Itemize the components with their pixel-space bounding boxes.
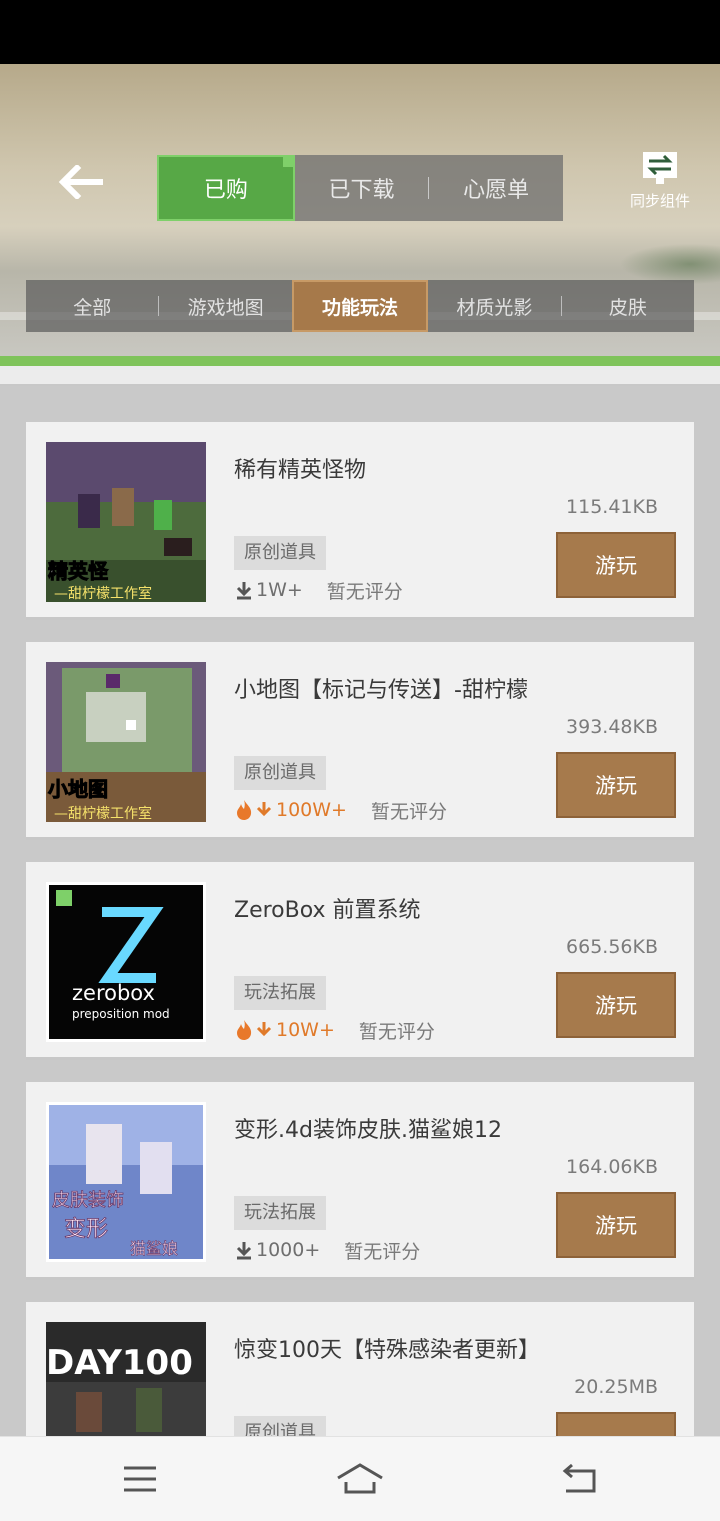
item-downloads: 100W+ bbox=[276, 799, 347, 821]
item-thumbnail: zerobox preposition mod bbox=[46, 882, 206, 1042]
item-tag: 玩法拓展 bbox=[234, 976, 326, 1010]
item-rating: 暂无评分 bbox=[326, 580, 403, 603]
category-all-label: 全部 bbox=[73, 296, 112, 319]
list-item[interactable]: 皮肤装饰 变形 猫鲨娘 变形.4d装饰皮肤.猫鲨娘12 164.06KB 玩法拓… bbox=[26, 1082, 694, 1280]
purchase-tabs: 已购 已下载 心愿单 bbox=[157, 155, 563, 221]
back-button[interactable] bbox=[52, 158, 108, 206]
download-icon bbox=[256, 1022, 272, 1037]
download-icon bbox=[236, 582, 252, 600]
sync-components-button[interactable]: 同步组件 bbox=[614, 150, 706, 220]
tab-wishlist-label: 心愿单 bbox=[463, 178, 530, 203]
return-button[interactable] bbox=[550, 1453, 610, 1505]
list-item[interactable]: 小地图 —甜柠檬工作室 小地图【标记与传送】-甜柠檬 393.48KB 原创道具… bbox=[26, 642, 694, 840]
item-thumbnail: 小地图 —甜柠檬工作室 bbox=[46, 662, 206, 822]
thumbnail-tagline: 猫鲨娘 bbox=[130, 1239, 178, 1258]
item-size: 665.56KB bbox=[566, 936, 658, 958]
category-skins[interactable]: 皮肤 bbox=[562, 280, 694, 332]
item-title: 小地图【标记与传送】-甜柠檬 bbox=[234, 678, 528, 703]
fire-icon bbox=[237, 800, 252, 820]
category-textures-label: 材质光影 bbox=[456, 296, 533, 319]
play-button[interactable]: 游玩 bbox=[556, 532, 676, 598]
item-stats: 100W+ 暂无评分 bbox=[234, 796, 447, 824]
category-gameplay-label: 功能玩法 bbox=[322, 296, 399, 319]
category-game-maps[interactable]: 游戏地图 bbox=[159, 280, 291, 332]
category-all[interactable]: 全部 bbox=[26, 280, 158, 332]
thumbnail-subcaption: —甜柠檬工作室 bbox=[54, 585, 152, 602]
arrow-left-icon bbox=[58, 165, 103, 199]
tab-downloaded-label: 已下载 bbox=[328, 178, 395, 203]
item-thumbnail: 皮肤装饰 变形 猫鲨娘 bbox=[46, 1102, 206, 1262]
header-bottom-strip bbox=[0, 366, 720, 386]
thumbnail-caption: 皮肤装饰 bbox=[52, 1190, 124, 1211]
sync-icon bbox=[643, 152, 677, 184]
item-downloads: 10W+ bbox=[276, 1019, 335, 1041]
system-navigation-bar bbox=[0, 1436, 720, 1521]
category-gameplay[interactable]: 功能玩法 bbox=[291, 280, 429, 332]
item-rating: 暂无评分 bbox=[344, 1240, 421, 1263]
category-skins-label: 皮肤 bbox=[608, 296, 647, 319]
item-rating: 暂无评分 bbox=[358, 1020, 435, 1043]
item-size: 20.25MB bbox=[574, 1376, 658, 1398]
sync-label: 同步组件 bbox=[629, 192, 690, 210]
play-button[interactable]: 游玩 bbox=[556, 752, 676, 818]
home-button[interactable] bbox=[330, 1453, 390, 1505]
tab-downloaded[interactable]: 已下载 bbox=[295, 155, 429, 221]
tab-wishlist[interactable]: 心愿单 bbox=[429, 155, 563, 221]
item-downloads: 1000+ bbox=[256, 1239, 321, 1261]
thumbnail-caption: 精英怪 bbox=[48, 559, 109, 583]
tab-purchased-label: 已购 bbox=[203, 178, 248, 203]
menu-button[interactable] bbox=[110, 1453, 170, 1505]
item-rating: 暂无评分 bbox=[370, 800, 447, 823]
item-tag: 玩法拓展 bbox=[234, 1196, 326, 1230]
thumbnail-caption: 小地图 bbox=[48, 777, 108, 801]
item-thumbnail: 精英怪 —甜柠檬工作室 bbox=[46, 442, 206, 602]
download-icon bbox=[256, 802, 272, 817]
item-tag: 原创道具 bbox=[234, 536, 326, 570]
play-button[interactable]: 游玩 bbox=[556, 972, 676, 1038]
play-button[interactable]: 游玩 bbox=[556, 1192, 676, 1258]
thumbnail-caption: DAY100 bbox=[46, 1343, 193, 1383]
item-tag: 原创道具 bbox=[234, 756, 326, 790]
home-icon bbox=[337, 1463, 383, 1494]
item-downloads: 1W+ bbox=[256, 579, 303, 601]
item-title: 稀有精英怪物 bbox=[234, 458, 367, 483]
status-bar bbox=[0, 0, 720, 64]
thumbnail-caption: zerobox bbox=[72, 981, 155, 1005]
category-game-maps-label: 游戏地图 bbox=[187, 296, 264, 319]
back-icon bbox=[562, 1463, 596, 1493]
item-stats: 1000+ 暂无评分 bbox=[234, 1236, 420, 1264]
category-textures[interactable]: 材质光影 bbox=[428, 280, 560, 332]
grass-strip bbox=[0, 356, 720, 366]
download-icon bbox=[236, 1242, 252, 1260]
item-stats: 1W+ 暂无评分 bbox=[234, 576, 403, 604]
thumbnail-subcaption: 变形 bbox=[64, 1217, 108, 1242]
item-title: 惊变100天【特殊感染者更新】 bbox=[234, 1338, 540, 1363]
item-title: ZeroBox 前置系统 bbox=[234, 898, 421, 923]
item-size: 164.06KB bbox=[566, 1156, 658, 1178]
category-filter: 全部 游戏地图 功能玩法 材质光影 皮肤 bbox=[26, 280, 694, 332]
fire-icon bbox=[237, 1020, 252, 1040]
item-size: 393.48KB bbox=[566, 716, 658, 738]
item-size: 115.41KB bbox=[566, 496, 658, 518]
list-item[interactable]: 精英怪 —甜柠檬工作室 稀有精英怪物 115.41KB 原创道具 1W+ 暂无评… bbox=[26, 422, 694, 620]
list-item[interactable]: zerobox preposition mod ZeroBox 前置系统 665… bbox=[26, 862, 694, 1060]
item-stats: 10W+ 暂无评分 bbox=[234, 1016, 435, 1044]
tab-purchased[interactable]: 已购 bbox=[157, 155, 295, 221]
thumbnail-subcaption: —甜柠檬工作室 bbox=[54, 805, 152, 822]
menu-icon bbox=[124, 1466, 156, 1492]
thumbnail-subcaption: preposition mod bbox=[72, 1007, 170, 1021]
item-title: 变形.4d装饰皮肤.猫鲨娘12 bbox=[234, 1118, 502, 1143]
